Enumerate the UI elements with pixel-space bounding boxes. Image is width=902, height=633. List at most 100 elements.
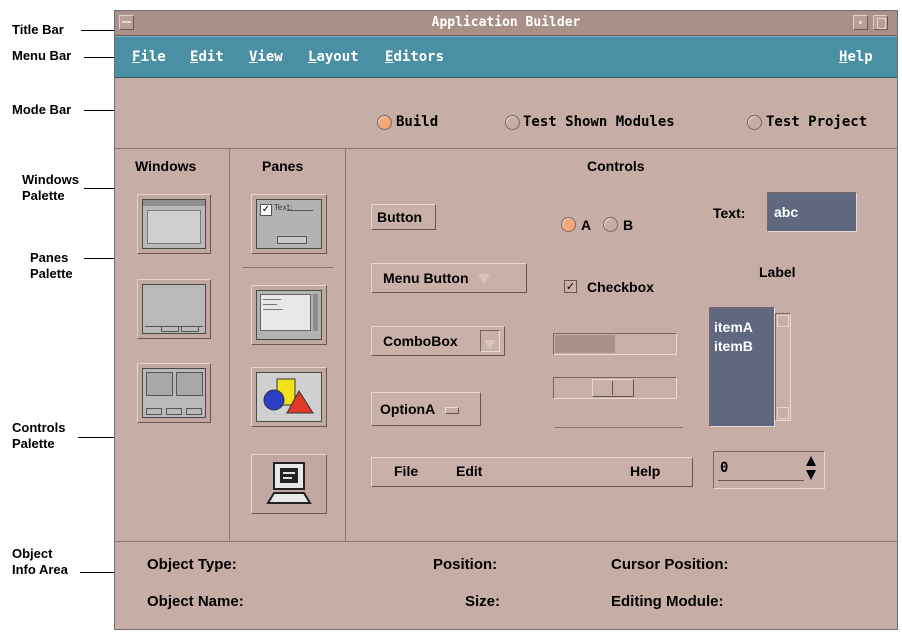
option-indicator-icon bbox=[444, 406, 459, 414]
app-window: Application Builder File Edit View Layou… bbox=[114, 10, 898, 630]
menubar-control-file[interactable]: File bbox=[394, 463, 418, 479]
menu-edit[interactable]: Edit bbox=[190, 49, 224, 65]
list-control[interactable]: itemA itemB bbox=[709, 307, 775, 427]
main-window-icon[interactable] bbox=[137, 194, 211, 254]
maximize-icon bbox=[877, 18, 886, 29]
text-pane-frame-icon bbox=[256, 290, 322, 340]
control-pane-frame-icon: ✓ Text: bbox=[256, 199, 322, 249]
windows-palette-heading: Windows bbox=[135, 158, 197, 174]
drawing-pane-icon[interactable] bbox=[251, 367, 327, 427]
minimize-button[interactable] bbox=[853, 15, 868, 30]
label-control: Label bbox=[759, 264, 796, 280]
control-pane-icon[interactable]: ✓ Text: bbox=[251, 194, 327, 254]
button-control-label: Button bbox=[377, 209, 423, 225]
annotation-windows-palette: Windows Palette bbox=[22, 172, 79, 204]
chevron-down-icon bbox=[478, 274, 491, 285]
spinbox-control[interactable]: 0 bbox=[713, 451, 825, 489]
list-item[interactable]: itemB bbox=[714, 337, 753, 356]
object-type-label: Object Type: bbox=[147, 556, 237, 573]
radio-b[interactable] bbox=[603, 217, 618, 232]
panes-palette-heading: Panes bbox=[262, 158, 304, 174]
combobox-control[interactable]: ComboBox bbox=[371, 326, 505, 356]
scale-thumb[interactable] bbox=[592, 379, 634, 397]
annotation-panes-palette: Panes Palette bbox=[30, 250, 73, 282]
menu-bar: File Edit View Layout Editors Help bbox=[115, 36, 897, 78]
cursor-position-label: Cursor Position: bbox=[611, 556, 729, 573]
spinbox-field[interactable]: 0 bbox=[718, 458, 804, 481]
annotation-line: Panes bbox=[30, 250, 69, 265]
object-name-label: Object Name: bbox=[147, 593, 244, 610]
spinbox-value: 0 bbox=[720, 460, 729, 476]
button-control[interactable]: Button bbox=[371, 204, 436, 230]
divider bbox=[115, 148, 897, 149]
annotation-line: Windows bbox=[22, 172, 79, 187]
size-label: Size: bbox=[465, 593, 501, 610]
menu-button-label: Menu Button bbox=[383, 270, 469, 286]
terminal-icon bbox=[266, 462, 312, 504]
list-scrollbar[interactable] bbox=[775, 313, 791, 421]
separator-control bbox=[555, 427, 683, 428]
combobox-label: ComboBox bbox=[383, 333, 458, 349]
file-chooser-icon[interactable] bbox=[137, 363, 211, 423]
text-field-label: Text: bbox=[713, 205, 746, 221]
file-chooser-frame-icon bbox=[142, 368, 206, 418]
title-bar[interactable]: Application Builder bbox=[115, 11, 897, 36]
window-frame-icon bbox=[142, 199, 206, 249]
mode-test-shown-label[interactable]: Test Shown Modules bbox=[523, 114, 675, 130]
radio-a-label: A bbox=[581, 217, 592, 233]
text-field[interactable]: abc bbox=[767, 192, 857, 232]
checkbox-label: Checkbox bbox=[587, 279, 654, 295]
controls-palette-heading: Controls bbox=[587, 158, 645, 174]
menu-button-control[interactable]: Menu Button bbox=[371, 263, 527, 293]
mode-test-shown-radio[interactable] bbox=[505, 115, 520, 130]
menubar-control-edit[interactable]: Edit bbox=[456, 463, 482, 479]
gauge-fill bbox=[555, 335, 615, 353]
scroll-down-icon[interactable] bbox=[777, 407, 789, 419]
menu-help[interactable]: Help bbox=[839, 49, 873, 65]
annotation-mode-bar: Mode Bar bbox=[12, 102, 72, 117]
annotation-line: Object bbox=[12, 546, 53, 561]
spin-down-icon[interactable] bbox=[806, 470, 816, 480]
minimize-icon bbox=[859, 21, 862, 24]
spin-up-icon[interactable] bbox=[806, 456, 816, 466]
mode-test-project-label[interactable]: Test Project bbox=[766, 114, 867, 130]
annotation-line: Controls bbox=[12, 420, 66, 435]
menu-view[interactable]: View bbox=[249, 49, 283, 65]
menubar-control[interactable]: File Edit Help bbox=[371, 457, 693, 487]
menu-file[interactable]: File bbox=[132, 49, 166, 65]
annotation-line: Palette bbox=[12, 436, 55, 451]
annotation-controls-palette: Controls Palette bbox=[12, 420, 65, 452]
maximize-button[interactable] bbox=[873, 15, 888, 30]
menu-editors[interactable]: Editors bbox=[385, 49, 444, 65]
divider bbox=[115, 541, 897, 542]
scale-control[interactable] bbox=[553, 377, 677, 399]
term-pane-icon[interactable] bbox=[251, 454, 327, 514]
dialog-window-icon[interactable] bbox=[137, 279, 211, 339]
divider bbox=[345, 149, 346, 541]
annotation-title-bar: Title Bar bbox=[12, 22, 64, 37]
radio-a[interactable] bbox=[561, 217, 576, 232]
menu-layout[interactable]: Layout bbox=[308, 49, 359, 65]
divider bbox=[229, 149, 230, 541]
annotation-line: Palette bbox=[30, 266, 73, 281]
option-menu-control[interactable]: OptionA bbox=[371, 392, 481, 426]
drawing-pane-frame-icon bbox=[256, 372, 322, 422]
annotation-line: Palette bbox=[22, 188, 65, 203]
combobox-arrow[interactable] bbox=[480, 330, 500, 352]
dialog-frame-icon bbox=[142, 284, 206, 334]
checkbox-control[interactable]: ✓ bbox=[564, 280, 577, 293]
menubar-control-help[interactable]: Help bbox=[630, 463, 660, 479]
radio-b-label: B bbox=[623, 217, 634, 233]
mode-build-label[interactable]: Build bbox=[396, 114, 438, 130]
list-item[interactable]: itemA bbox=[714, 318, 753, 337]
gauge-control bbox=[553, 333, 677, 355]
mode-test-project-radio[interactable] bbox=[747, 115, 762, 130]
annotation-menu-bar: Menu Bar bbox=[12, 48, 72, 63]
scroll-up-icon[interactable] bbox=[777, 315, 789, 327]
chevron-down-icon bbox=[484, 340, 496, 351]
text-field-value: abc bbox=[774, 204, 799, 220]
divider bbox=[243, 267, 333, 268]
text-pane-icon[interactable] bbox=[251, 285, 327, 345]
position-label: Position: bbox=[433, 556, 498, 573]
mode-build-radio[interactable] bbox=[377, 115, 392, 130]
